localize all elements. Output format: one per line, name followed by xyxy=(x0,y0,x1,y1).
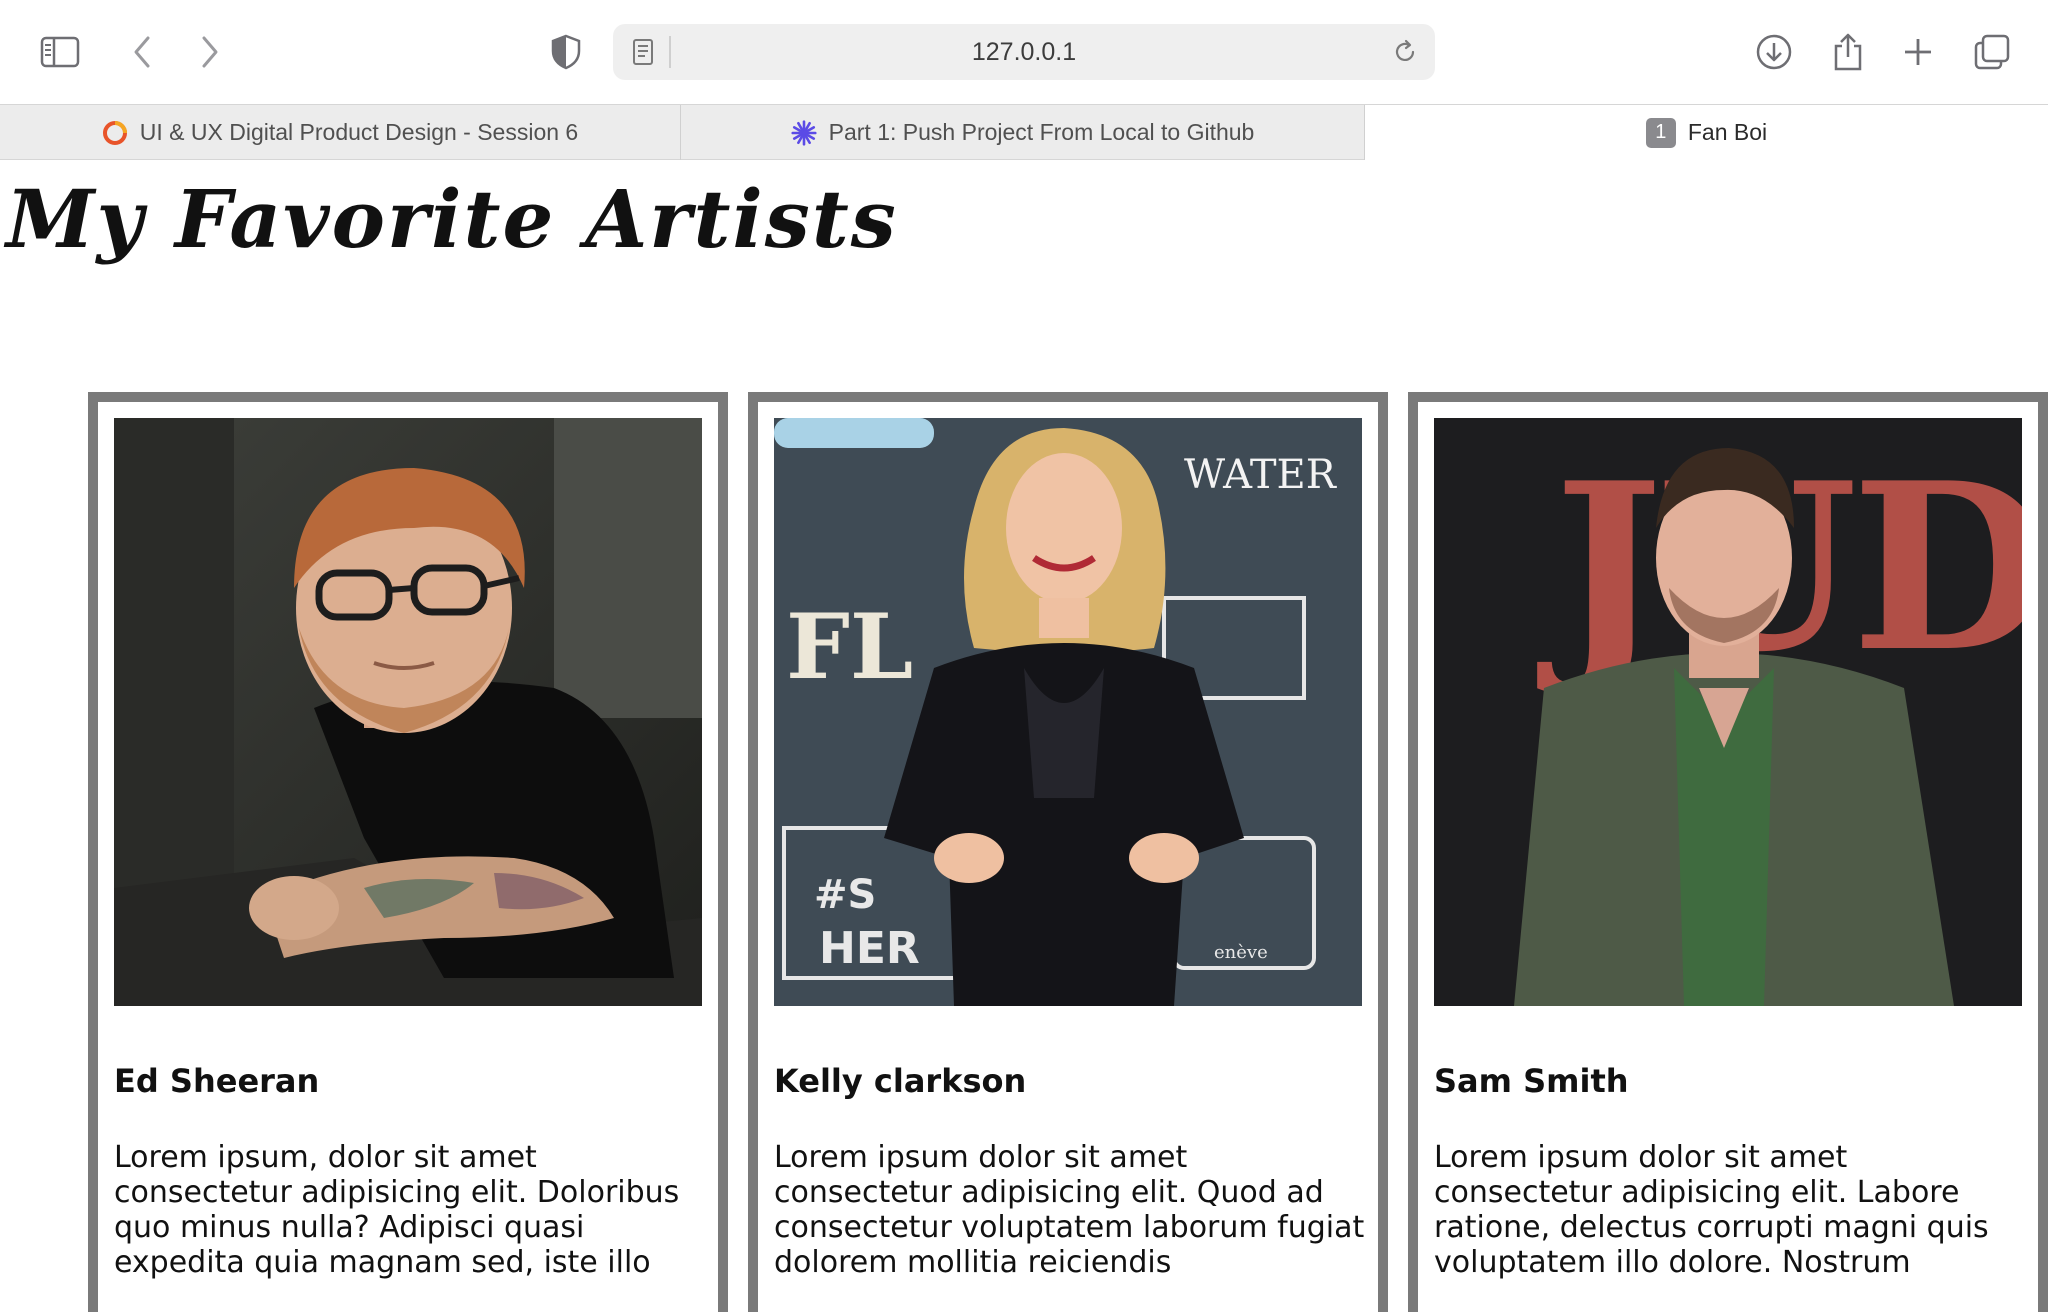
backdrop-sign-text: FL xyxy=(786,594,913,700)
artist-name: Ed Sheeran xyxy=(114,1062,320,1100)
artist-description: Lorem ipsum dolor sit amet consectetur a… xyxy=(1434,1140,1989,1280)
tab-ui-ux-session[interactable]: UI & UX Digital Product Design - Session… xyxy=(0,105,681,160)
artist-name: Sam Smith xyxy=(1434,1062,1629,1100)
back-icon[interactable] xyxy=(120,30,164,74)
tab-overview-icon[interactable] xyxy=(1970,30,2014,74)
artist-card-sam-smith: JUDY Sam Smith Lorem ipsum dolor sit ame… xyxy=(1408,392,2048,1312)
artist-photo xyxy=(114,418,702,1006)
downloads-icon[interactable] xyxy=(1752,30,1796,74)
url-text[interactable]: 127.0.0.1 xyxy=(613,24,1435,80)
share-icon[interactable] xyxy=(1826,30,1870,74)
artist-description: Lorem ipsum dolor sit amet consectetur a… xyxy=(774,1140,1365,1280)
forward-icon[interactable] xyxy=(188,30,232,74)
backdrop-sign-text: WATER xyxy=(1184,452,1338,498)
backdrop-sign-text: enève xyxy=(1214,942,1268,963)
artist-photo: WATER FL #S HER enève xyxy=(774,418,1362,1006)
tab-label: Part 1: Push Project From Local to Githu… xyxy=(828,119,1255,145)
artist-description: Lorem ipsum, dolor sit amet consectetur … xyxy=(114,1140,680,1280)
tab-bar: UI & UX Digital Product Design - Session… xyxy=(0,104,2048,160)
artist-photo: JUDY xyxy=(1434,418,2022,1006)
artist-card-ed-sheeran: Ed Sheeran Lorem ipsum, dolor sit amet c… xyxy=(88,392,728,1312)
artist-name: Kelly clarkson xyxy=(774,1062,1027,1100)
new-tab-icon[interactable] xyxy=(1896,30,1940,74)
address-bar[interactable]: 127.0.0.1 xyxy=(613,24,1435,80)
swirl-logo-icon xyxy=(102,120,128,146)
backdrop-sign-text: #S xyxy=(814,872,876,918)
privacy-shield-icon[interactable] xyxy=(544,30,588,74)
tab-fan-boi[interactable]: 1 Fan Boi xyxy=(1365,105,2048,160)
tab-label: UI & UX Digital Product Design - Session… xyxy=(139,119,579,145)
backdrop-sign-text: HER xyxy=(819,923,920,974)
artist-card-kelly-clarkson: WATER FL #S HER enève Kelly clarkson Lor… xyxy=(748,392,1388,1312)
browser-toolbar: 127.0.0.1 xyxy=(0,0,2048,104)
tab-number-badge: 1 xyxy=(1645,117,1676,148)
page-title: My Favorite Artists xyxy=(6,172,898,266)
tab-label: Fan Boi xyxy=(1687,119,1768,145)
sidebar-toggle-icon[interactable] xyxy=(38,30,82,74)
asterisk-logo-icon xyxy=(791,119,817,146)
reload-icon[interactable] xyxy=(1389,36,1421,68)
tab-push-project[interactable]: Part 1: Push Project From Local to Githu… xyxy=(681,105,1365,160)
